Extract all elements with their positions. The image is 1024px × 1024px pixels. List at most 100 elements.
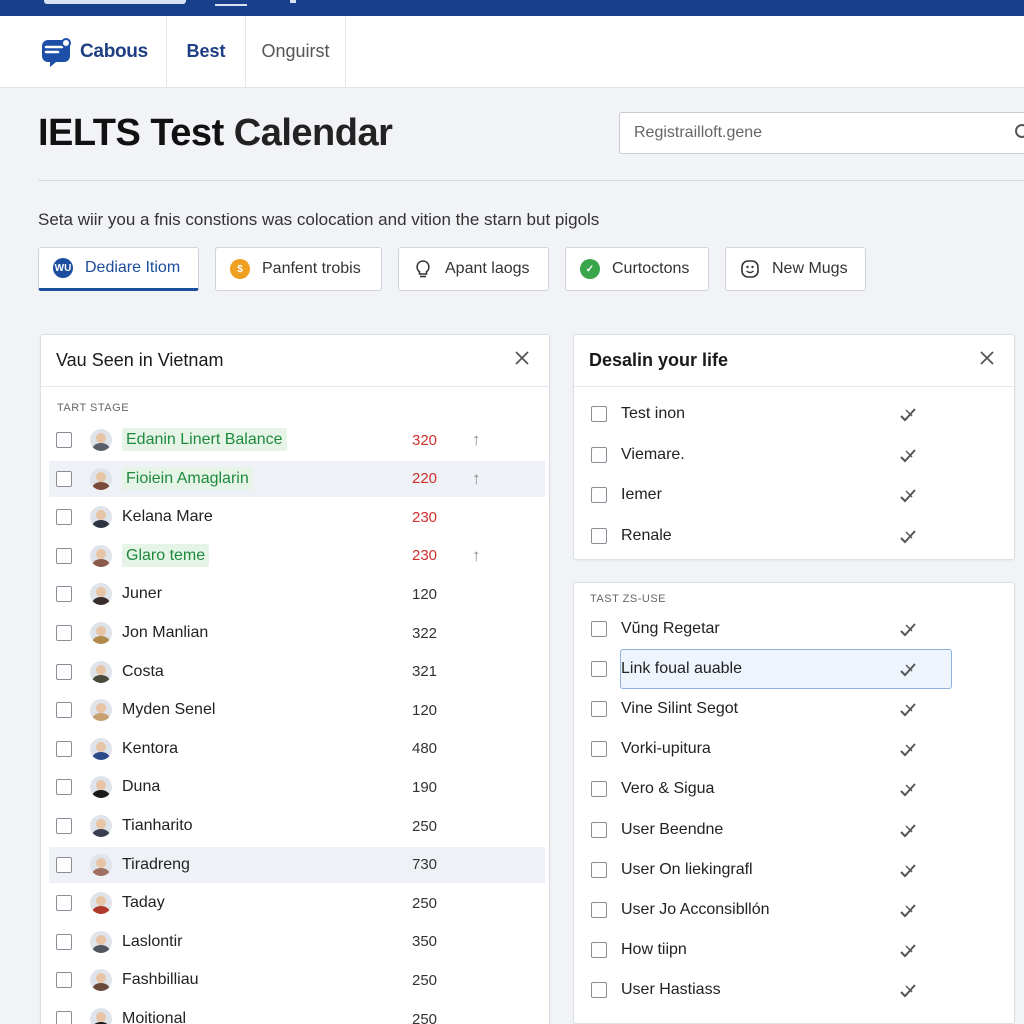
item-checkbox[interactable] bbox=[591, 446, 607, 463]
panel-header: Vau Seen in Vietnam bbox=[41, 335, 549, 387]
item-checkbox[interactable] bbox=[591, 661, 607, 678]
table-row[interactable]: Moitional 250 bbox=[49, 1001, 545, 1024]
row-checkbox[interactable] bbox=[56, 818, 72, 834]
row-name: Kentora bbox=[122, 739, 179, 757]
edit-check-icon[interactable] bbox=[897, 445, 919, 467]
edit-check-icon[interactable] bbox=[897, 820, 919, 842]
row-value: 480 bbox=[412, 740, 438, 758]
item-checkbox[interactable] bbox=[591, 406, 607, 422]
row-checkbox[interactable] bbox=[56, 856, 72, 873]
row-checkbox[interactable] bbox=[56, 509, 72, 526]
search-input[interactable] bbox=[634, 124, 994, 142]
list-item[interactable]: User Beendne bbox=[589, 812, 1009, 848]
tab-new-mugs[interactable]: New Mugs bbox=[725, 247, 866, 291]
item-checkbox[interactable] bbox=[591, 981, 607, 998]
row-checkbox[interactable] bbox=[56, 779, 72, 796]
row-checkbox[interactable] bbox=[56, 470, 72, 487]
table-row[interactable]: Taday 250 bbox=[49, 885, 545, 921]
desalin-panel: Desalin your life Test inon Viemare. Iemer… bbox=[573, 334, 1015, 560]
table-row[interactable]: Kelana Mare 230 bbox=[49, 499, 545, 535]
avatar bbox=[90, 660, 112, 683]
row-checkbox[interactable] bbox=[56, 702, 72, 719]
list-item[interactable]: Vero & Sigua bbox=[589, 771, 1009, 807]
table-row[interactable]: Fashbilliau 250 bbox=[49, 962, 545, 998]
panel-header: Desalin your life bbox=[574, 335, 1014, 387]
edit-check-icon[interactable] bbox=[897, 404, 919, 426]
table-row[interactable]: Fioiein Amaglarin 220 ↑ bbox=[49, 460, 545, 497]
row-checkbox[interactable] bbox=[56, 432, 72, 448]
close-icon[interactable] bbox=[978, 349, 996, 367]
edit-check-icon[interactable] bbox=[897, 659, 919, 681]
row-checkbox[interactable] bbox=[56, 972, 72, 989]
edit-check-icon[interactable] bbox=[897, 900, 919, 922]
list-item[interactable]: User Hastiass bbox=[589, 972, 1009, 1008]
edit-check-icon[interactable] bbox=[897, 779, 919, 801]
item-checkbox[interactable] bbox=[591, 901, 607, 918]
tab-curtoctons[interactable]: ✓ Curtoctons bbox=[565, 247, 709, 291]
search-icon[interactable] bbox=[1014, 123, 1024, 143]
list-item[interactable]: Iemer bbox=[589, 477, 1009, 513]
search-box[interactable] bbox=[619, 112, 1024, 154]
list-item[interactable]: Vŭng Regetar bbox=[589, 611, 1009, 647]
list-item[interactable]: User Jo Acconsibllón bbox=[589, 892, 1009, 928]
table-row[interactable]: Laslontir 350 bbox=[49, 924, 545, 960]
table-row[interactable]: Glaro teme 230 ↑ bbox=[49, 538, 545, 574]
row-checkbox[interactable] bbox=[56, 1011, 72, 1024]
close-icon[interactable] bbox=[513, 349, 531, 367]
edit-check-icon[interactable] bbox=[897, 485, 919, 507]
item-checkbox[interactable] bbox=[591, 821, 607, 838]
table-row[interactable]: Kentora 480 bbox=[49, 731, 545, 767]
list-item[interactable]: Renale bbox=[589, 518, 1009, 554]
item-checkbox[interactable] bbox=[591, 741, 607, 758]
edit-check-icon[interactable] bbox=[897, 526, 919, 548]
table-row[interactable]: Tiradreng 730 bbox=[49, 846, 545, 883]
item-checkbox[interactable] bbox=[591, 781, 607, 798]
list-item[interactable]: Vine Silint Segot bbox=[589, 691, 1009, 727]
row-checkbox[interactable] bbox=[56, 586, 72, 603]
edit-check-icon[interactable] bbox=[897, 699, 919, 721]
row-name: Kelana Mare bbox=[122, 508, 213, 526]
item-checkbox[interactable] bbox=[591, 941, 607, 958]
list-item[interactable]: User On liekingrafl bbox=[589, 852, 1009, 888]
table-row[interactable]: Myden Senel 120 bbox=[49, 692, 545, 728]
row-value: 120 bbox=[412, 585, 438, 603]
table-row[interactable]: Costa 321 bbox=[49, 654, 545, 690]
edit-check-icon[interactable] bbox=[897, 980, 919, 1002]
row-checkbox[interactable] bbox=[56, 547, 72, 564]
table-row[interactable]: Edanin Linert Balance 320 ↑ bbox=[49, 422, 545, 458]
list-item[interactable]: Viemare. bbox=[589, 437, 1009, 473]
table-row[interactable]: Tianharito 250 bbox=[49, 808, 545, 844]
item-checkbox[interactable] bbox=[591, 621, 607, 637]
list-item[interactable]: Test inon bbox=[589, 396, 1009, 432]
row-checkbox[interactable] bbox=[56, 933, 72, 950]
row-name: Myden Senel bbox=[122, 701, 216, 719]
item-checkbox[interactable] bbox=[591, 527, 607, 544]
nav-item-onguirst[interactable]: Onguirst bbox=[246, 16, 345, 87]
item-checkbox[interactable] bbox=[591, 487, 607, 503]
tab-dediare-itiom[interactable]: WU Dediare Itiom bbox=[38, 247, 199, 291]
item-label: User Beendne bbox=[621, 820, 724, 838]
edit-check-icon[interactable] bbox=[897, 619, 919, 641]
edit-check-icon[interactable] bbox=[897, 739, 919, 761]
list-item[interactable]: Link foual auable bbox=[589, 649, 1009, 690]
edit-check-icon[interactable] bbox=[897, 940, 919, 962]
item-checkbox[interactable] bbox=[591, 701, 607, 718]
row-value: 250 bbox=[412, 971, 438, 989]
table-row[interactable]: Duna 190 bbox=[49, 769, 545, 805]
list-item[interactable]: How tiipn bbox=[589, 932, 1009, 968]
row-checkbox[interactable] bbox=[56, 625, 72, 641]
tab-panfent-trobis[interactable]: $ Panfent trobis bbox=[215, 247, 382, 291]
row-name: Duna bbox=[122, 778, 161, 796]
tab-apant-laogs[interactable]: Apant laogs bbox=[398, 247, 549, 291]
row-checkbox[interactable] bbox=[56, 740, 72, 757]
item-checkbox[interactable] bbox=[591, 861, 607, 878]
item-label: Renale bbox=[621, 526, 672, 544]
brand[interactable]: Cabous bbox=[0, 16, 166, 87]
row-checkbox[interactable] bbox=[56, 895, 72, 912]
edit-check-icon[interactable] bbox=[897, 860, 919, 882]
nav-item-best[interactable]: Best bbox=[167, 16, 245, 87]
table-row[interactable]: Juner 120 bbox=[49, 576, 545, 612]
table-row[interactable]: Jon Manlian 322 bbox=[49, 615, 545, 651]
list-item[interactable]: Vorki-upitura bbox=[589, 731, 1009, 767]
row-checkbox[interactable] bbox=[56, 663, 72, 680]
